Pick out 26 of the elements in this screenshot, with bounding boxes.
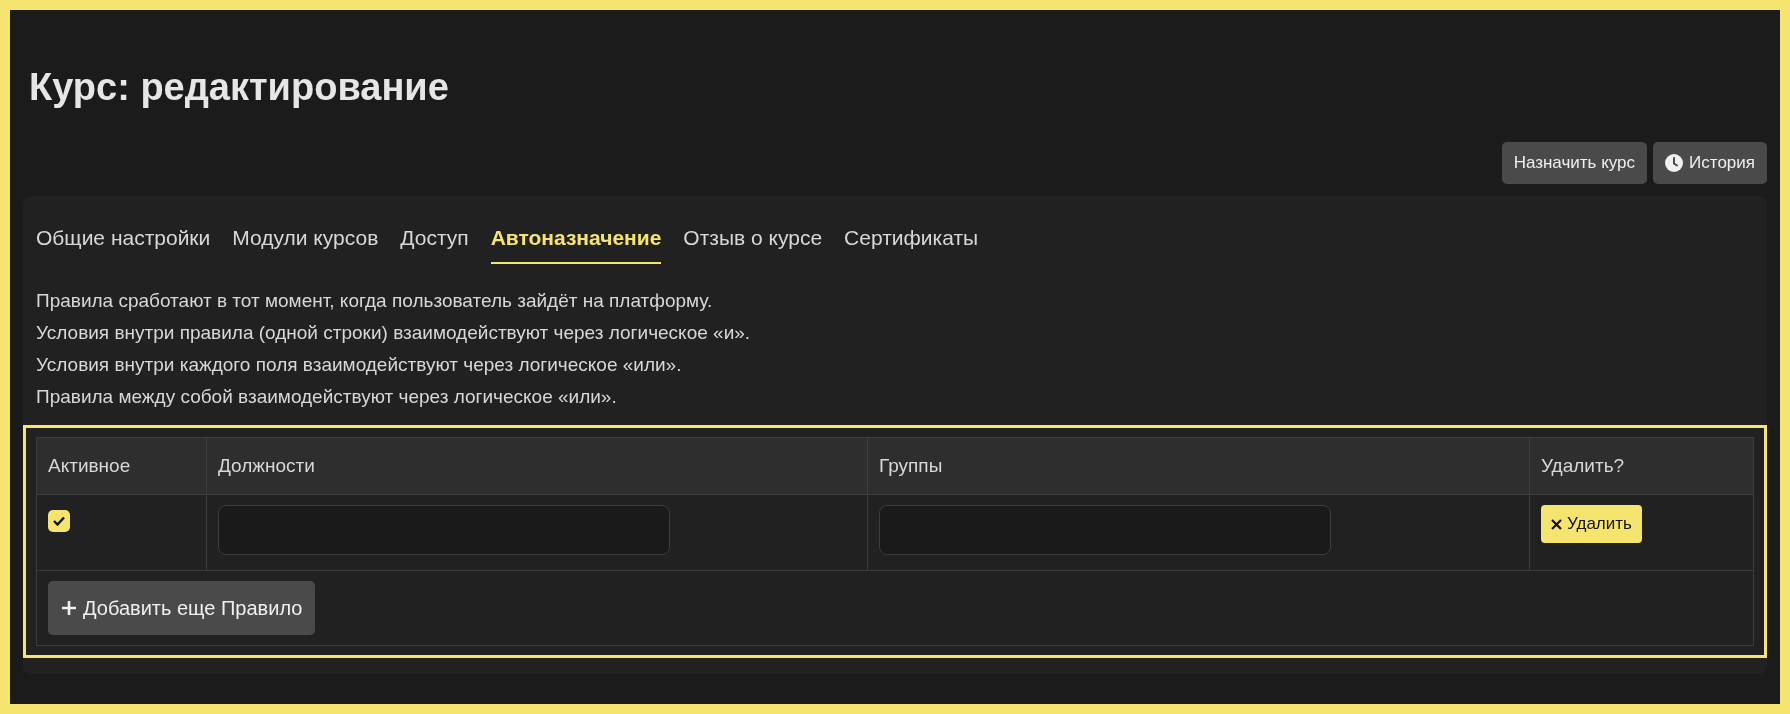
column-header: Группы [867,437,1530,495]
delete-button[interactable]: Удалить [1541,505,1642,543]
tab[interactable]: Сертификаты [844,210,979,264]
input-field[interactable] [879,505,1331,555]
tab[interactable]: Общие настройки [36,210,211,264]
tab[interactable]: Доступ [400,210,469,264]
description-line: Условия внутри каждого поля взаимодействуют через логическое «или». [36,354,683,375]
assign-course-button[interactable]: Назначить курс [1501,142,1648,184]
tab[interactable]: Модули курсов [232,210,379,264]
history-button[interactable]: История [1653,142,1767,184]
clock-icon [1665,154,1684,172]
check-icon [53,516,65,526]
close-icon [1551,518,1562,530]
description-line: Правила между собой взаимодействуют через логическое «или». [36,386,618,407]
add-rule-button[interactable]: Добавить еще Правило [48,581,316,635]
column-header: Должности [206,437,868,495]
tab[interactable]: Автоназначение [490,210,662,264]
tab[interactable]: Отзыв о курсе [683,210,823,264]
page-title: Курс: редактирование [29,65,450,110]
description-line: Правила сработают в тот момент, когда пользователь зайдёт на платформу. [36,290,714,311]
description-line: Условия внутри правила (одной строки) взаимодействуют через логическое «и». [36,322,752,343]
input-field[interactable] [218,505,670,555]
column-header: Активное [36,437,207,495]
checkbox[interactable] [48,510,70,532]
column-header: Удалить? [1529,437,1754,495]
plus-icon [61,600,77,616]
